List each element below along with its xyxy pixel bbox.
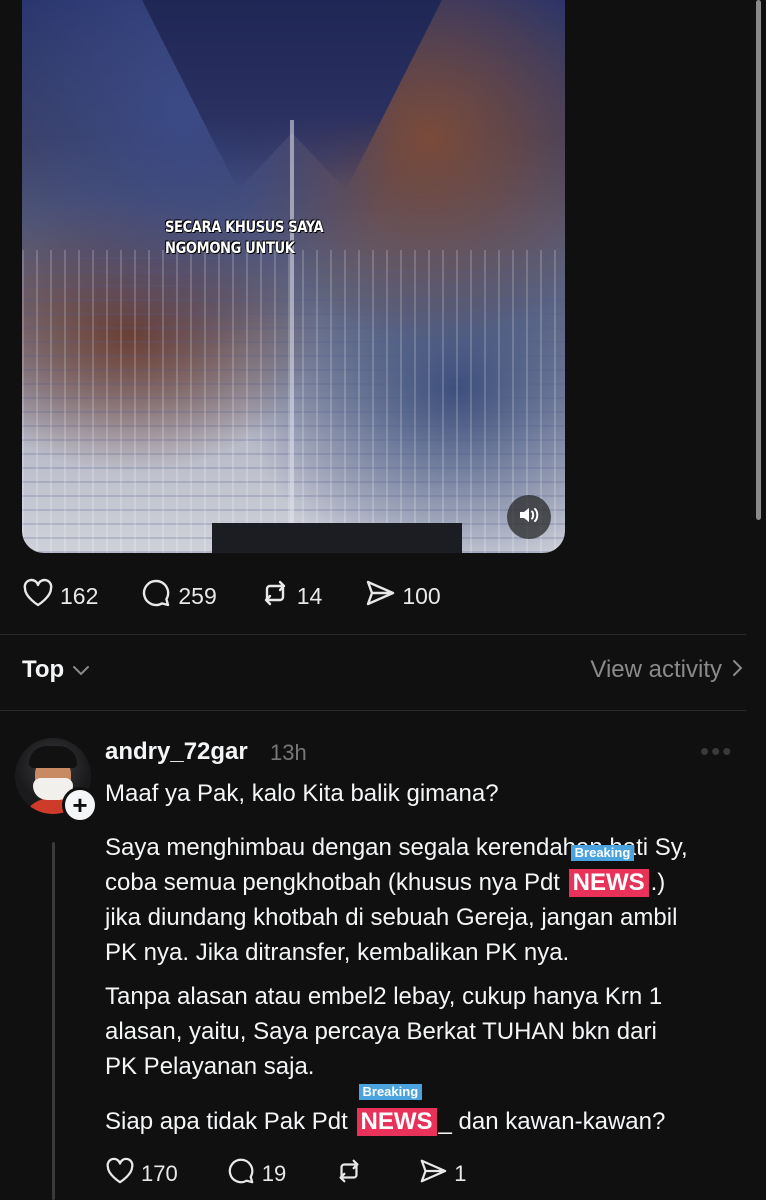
divider-replies [0,710,746,711]
repost-button[interactable]: 14 [259,578,323,614]
more-options-icon[interactable]: ••• [700,736,733,767]
scrollbar[interactable] [756,0,761,520]
video-frame-placket [290,120,294,540]
comment-repost-button[interactable] [334,1157,370,1191]
comment-p2-line-d: PK nya. Jika ditransfer, kembalikan PK n… [105,939,570,966]
breaking-news-badge: Breaking NEWS [568,845,649,900]
sort-label: Top [22,656,65,683]
like-count: 162 [60,582,99,609]
view-activity-link[interactable]: View activity [590,656,744,684]
avatar-hair [29,746,77,768]
video-caption: SECARA KHUSUS SAYA NGOMONG UNTUK [165,217,324,257]
thread-line [52,842,55,1200]
speech-bubble-icon [226,1157,262,1191]
chevron-down-icon [72,656,90,684]
comment-like-button[interactable]: 170 [105,1157,178,1191]
repost-icon [334,1157,370,1191]
share-button[interactable]: 100 [364,578,441,614]
send-icon [418,1157,454,1191]
post-video[interactable]: SECARA KHUSUS SAYA NGOMONG UNTUK [22,0,565,553]
comment-p4-line-b: _ dan kawan-kawan? [438,1108,666,1135]
plus-icon: + [72,790,88,820]
comment-reply-count: 19 [261,1161,287,1186]
comment-p2-line-b: coba semua pengkhotbah (khusus nya Pdt [105,869,567,896]
sound-toggle-button[interactable] [507,495,551,539]
breaking-news-badge-2: Breaking NEWS [356,1084,437,1139]
comment-paragraph-4: Siap apa tidak Pak Pdt Breaking NEWS _ dan… [105,1084,745,1139]
heart-icon [105,1157,141,1191]
reply-button[interactable]: 259 [140,578,217,614]
comment-share-button[interactable]: 1 [418,1157,466,1191]
video-frame-pants [212,523,462,553]
share-count: 100 [402,582,441,609]
repost-count: 14 [296,582,323,609]
comment-timestamp: 13h [270,740,307,765]
like-button[interactable]: 162 [22,578,98,614]
comment-actions: 170 19 1 [105,1157,514,1191]
comment-p3-line-a: Tanpa alasan atau embel2 lebay, cukup ha… [105,983,663,1010]
comment-p3-line-b: alasan, yaitu, Saya percaya Berkat TUHAN… [105,1018,657,1045]
comment-paragraph-2: Saya menghimbau dengan segala kerendahan… [105,830,745,970]
post-actions: 162 259 14 100 [22,578,441,614]
divider-top [0,634,746,635]
view-activity-label: View activity [590,656,722,683]
chevron-right-icon [732,656,744,684]
sort-dropdown[interactable]: Top [22,656,90,684]
comment-share-count: 1 [454,1161,467,1186]
heart-icon [22,578,60,614]
badge-breaking-label-2: Breaking [358,1084,423,1100]
send-icon [364,578,402,614]
badge-breaking-label: Breaking [570,845,635,861]
speaker-icon [518,505,540,530]
badge-news-label-2: NEWS [356,1108,437,1136]
comment-p2-line-b-end: .) [650,869,666,896]
speech-bubble-icon [140,578,178,614]
reply-count: 259 [178,582,217,609]
comment-p2-line-c: jika diundang khotbah di sebuah Gereja, … [105,904,678,931]
comment-paragraph-3: Tanpa alasan atau embel2 lebay, cukup ha… [105,979,745,1084]
repost-icon [259,578,297,614]
comment-p4-line-a: Siap apa tidak Pak Pdt [105,1108,355,1135]
comment-reply-button[interactable]: 19 [226,1157,286,1191]
comment-p3-line-c: PK Pelayanan saja. [105,1053,315,1080]
badge-news-label: NEWS [568,869,649,897]
comment-username[interactable]: andry_72gar [105,738,248,766]
follow-plus-button[interactable]: + [62,787,98,823]
comment-line-1: Maaf ya Pak, kalo Kita balik gimana? [105,780,499,807]
comment-like-count: 170 [141,1161,178,1186]
